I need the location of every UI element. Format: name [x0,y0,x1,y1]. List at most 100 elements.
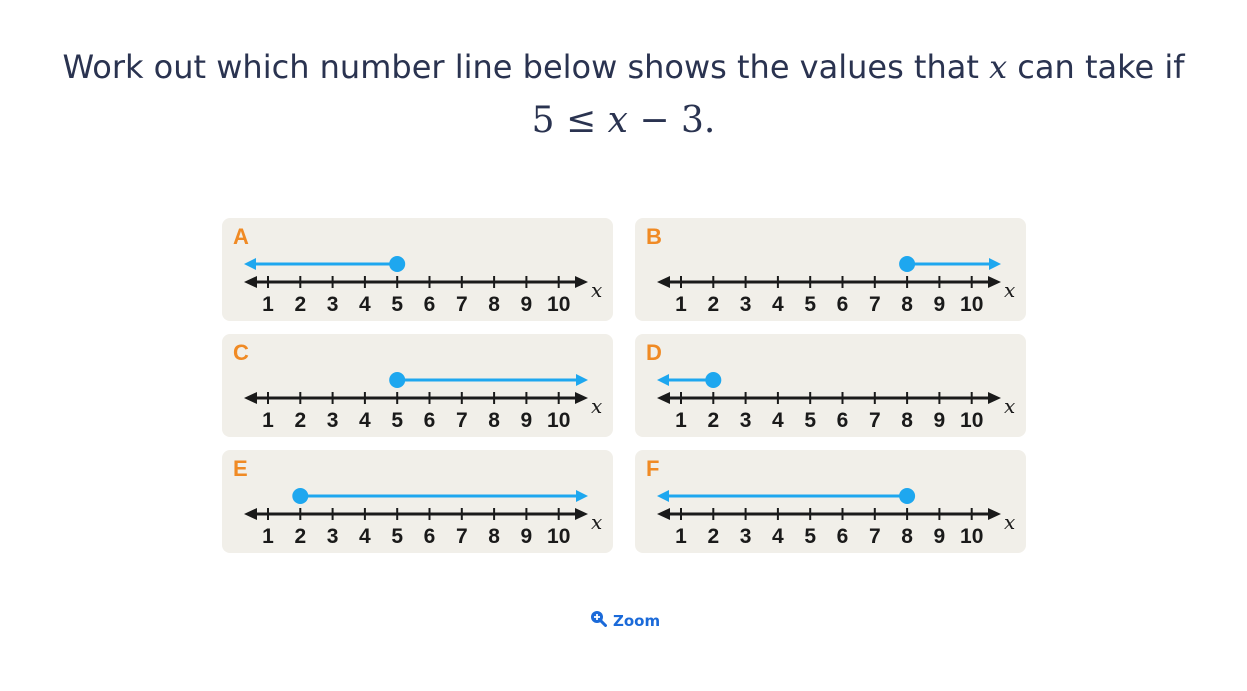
tick-label: 7 [869,525,881,548]
tick-label: 10 [960,525,983,548]
solution-endpoint [899,488,916,504]
number-line-d: 1 2 3 4 5 6 7 8 9 10 x [657,372,1015,432]
axis-arrow-left [244,276,257,288]
tick-label: 9 [934,525,946,548]
zoom-in-icon [590,610,607,631]
tick-label: 7 [456,293,468,316]
axis-arrow-right [575,392,588,404]
tick-label: 5 [804,293,816,316]
tick-label: 3 [740,293,752,316]
axis-arrow-right [575,276,588,288]
tick-label: 2 [294,525,306,548]
tick-label: 2 [707,409,719,432]
tick-label: 8 [488,293,500,316]
tick-label: 7 [869,293,881,316]
number-line-a: 1 2 3 4 5 6 7 8 9 10 x [244,256,602,316]
tick-label: 9 [521,525,533,548]
inequality-left: 5 ≤ [531,100,608,141]
option-f[interactable]: F 1 2 3 4 5 6 7 8 9 10 x [635,450,1026,553]
tick-label: 7 [869,409,881,432]
tick-label: 9 [521,409,533,432]
tick-label: 1 [262,525,274,548]
option-d[interactable]: D 1 2 3 4 5 6 7 8 9 10 x [635,334,1026,437]
solution-endpoint [389,256,406,272]
option-c[interactable]: C 1 2 3 4 5 6 7 8 9 10 x [222,334,613,437]
axis-label-x: x [591,510,602,534]
axis-arrow-right [575,508,588,520]
option-a[interactable]: A 1 2 3 4 5 6 7 8 9 10 x [222,218,613,321]
tick-label: 2 [294,409,306,432]
tick-label: 3 [740,409,752,432]
tick-label: 8 [488,525,500,548]
tick-label: 10 [960,409,983,432]
tick-label: 1 [262,293,274,316]
tick-label: 3 [327,409,339,432]
number-line-b: 1 2 3 4 5 6 7 8 9 10 x [657,256,1015,316]
ray-arrow [576,374,588,386]
number-line-f: 1 2 3 4 5 6 7 8 9 10 x [657,488,1015,548]
tick-label: 6 [837,293,849,316]
tick-label: 9 [934,293,946,316]
tick-label: 1 [262,409,274,432]
ray-arrow [657,490,669,502]
number-line-c: 1 2 3 4 5 6 7 8 9 10 x [244,372,602,432]
tick-label: 3 [327,525,339,548]
solution-endpoint [705,372,722,388]
tick-label: 6 [424,525,436,548]
tick-label: 3 [327,293,339,316]
question-variable: x [989,48,1008,86]
solution-endpoint [292,488,309,504]
tick-label: 6 [424,409,436,432]
question-text: Work out which number line below shows t… [0,44,1247,146]
zoom-label: Zoom [613,611,661,630]
solution-endpoint [899,256,916,272]
inequality: 5 ≤ x − 3. [0,96,1247,146]
tick-label: 2 [707,293,719,316]
tick-label: 6 [837,409,849,432]
tick-label: 9 [521,293,533,316]
answer-options: A 1 2 3 4 5 6 7 8 9 10 x B 1 2 3 4 5 6 7 8 9 10 x C 12345678… [222,218,1026,554]
tick-label: 2 [294,293,306,316]
axis-arrow-left [657,392,670,404]
tick-label: 5 [804,525,816,548]
tick-label: 4 [772,293,784,316]
zoom-button[interactable]: Zoom [590,610,660,631]
axis-arrow-right [988,392,1001,404]
axis-arrow-left [244,508,257,520]
axis-label-x: x [591,278,602,302]
axis-arrow-left [244,392,257,404]
tick-label: 4 [359,409,371,432]
axis-label-x: x [1004,510,1015,534]
inequality-variable: x [607,100,628,141]
ray-arrow [657,374,669,386]
ray-arrow [244,258,256,270]
axis-label-x: x [1004,394,1015,418]
option-b[interactable]: B 1 2 3 4 5 6 7 8 9 10 x [635,218,1026,321]
tick-label: 9 [934,409,946,432]
ray-arrow [989,258,1001,270]
inequality-right: − 3. [627,100,716,141]
tick-label: 5 [391,409,403,432]
ray-arrow [576,490,588,502]
axis-label-x: x [591,394,602,418]
tick-label: 4 [359,525,371,548]
tick-label: 4 [772,409,784,432]
tick-label: 7 [456,409,468,432]
tick-label: 1 [675,293,687,316]
tick-label: 8 [901,293,913,316]
tick-label: 8 [488,409,500,432]
tick-label: 5 [391,293,403,316]
solution-endpoint [389,372,406,388]
option-e[interactable]: E 1 2 3 4 5 6 7 8 9 10 x [222,450,613,553]
axis-label-x: x [1004,278,1015,302]
tick-label: 6 [424,293,436,316]
tick-label: 2 [707,525,719,548]
tick-label: 3 [740,525,752,548]
number-line-e: 1 2 3 4 5 6 7 8 9 10 x [244,488,602,548]
tick-label: 10 [547,409,570,432]
tick-label: 10 [547,293,570,316]
axis-arrow-left [657,276,670,288]
axis-arrow-right [988,276,1001,288]
tick-label: 10 [960,293,983,316]
tick-label: 4 [359,293,371,316]
